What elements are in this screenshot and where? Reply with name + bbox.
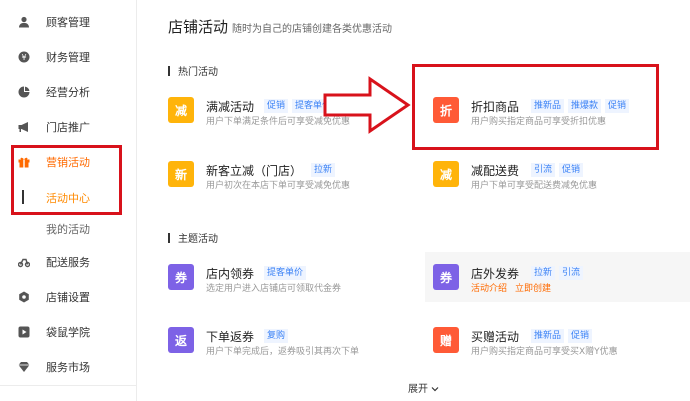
sidebar-item-finance[interactable]: ¥ 财务管理 [0, 47, 137, 67]
annotation-highlight-discount [412, 64, 659, 150]
activity-tags: 推新品 促销 [531, 329, 593, 343]
sidebar-item-analysis[interactable]: 经营分析 [0, 82, 137, 102]
activity-card-new-customer[interactable]: 新 新客立减（门店） 拉新 用户初次在本店下单可享受减免优惠 [168, 161, 418, 211]
activity-badge: 赠 [433, 327, 459, 353]
sidebar-item-promotion[interactable]: 门店推广 [0, 117, 137, 137]
activity-badge: 券 [433, 264, 459, 290]
activity-name: 减配送费 [471, 164, 520, 178]
section-heading-label: 主题活动 [178, 234, 218, 245]
activity-links: 活动介绍 立即创建 [471, 281, 551, 294]
annotation-arrow-icon [323, 76, 411, 134]
sidebar-item-label: 店铺设置 [46, 291, 90, 304]
page-subtitle: 随时为自己的店铺创建各类优惠活动 [232, 24, 392, 35]
activity-name: 下单返券 [206, 330, 255, 344]
divider [0, 385, 137, 386]
activity-tag: 复购 [264, 329, 289, 343]
activity-tag: 促销 [264, 99, 289, 113]
diamond-icon [18, 361, 30, 373]
sidebar-item-academy[interactable]: 袋鼠学院 [0, 322, 137, 342]
settings-icon [18, 291, 30, 303]
activity-card-order-coupon-return[interactable]: 返 下单返券 复购 用户下单完成后，返券吸引其再次下单 [168, 327, 418, 377]
activity-tag: 推新品 [531, 329, 565, 343]
activity-tags: 拉新 引流 [531, 266, 584, 280]
activity-tag: 促销 [568, 329, 593, 343]
activity-card-delivery-fee[interactable]: 减 减配送费 引流 促销 用户下单可享受配送费减免优惠 [433, 161, 683, 211]
activity-name: 新客立减（门店） [206, 164, 303, 178]
expand-label: 展开 [408, 384, 428, 395]
user-icon [18, 16, 30, 28]
activity-tags: 复购 [264, 329, 289, 343]
activity-desc: 选定用户进入店铺店可领取代金券 [206, 284, 342, 294]
sidebar-sub-item-my-activities[interactable]: 我的活动 [0, 218, 137, 238]
pie-chart-icon [18, 86, 30, 98]
money-icon: ¥ [18, 51, 30, 63]
bike-icon [18, 256, 30, 268]
activity-tag: 引流 [531, 163, 556, 177]
sidebar-item-service-market[interactable]: 服务市场 [0, 357, 137, 377]
activity-tags: 拉新 [311, 163, 336, 177]
activity-desc: 用户购买指定商品可享受买X赠Y优惠 [471, 347, 618, 357]
activity-badge: 减 [168, 97, 194, 123]
activity-card-out-store-coupon[interactable]: 券 店外发券 拉新 引流 活动介绍 立即创建 [425, 252, 690, 302]
play-icon [18, 326, 30, 338]
expand-button[interactable]: 展开 [408, 380, 439, 395]
activity-intro-link[interactable]: 活动介绍 [471, 281, 507, 294]
create-now-link[interactable]: 立即创建 [515, 281, 551, 294]
sidebar-item-label: 配送服务 [46, 256, 90, 269]
section-heading-theme: 主题活动 [168, 230, 218, 245]
activity-desc: 用户初次在本店下单可享受减免优惠 [206, 181, 351, 191]
activity-tag: 提客单价 [264, 266, 307, 280]
activity-badge: 券 [168, 264, 194, 290]
sidebar-item-customers[interactable]: 顾客管理 [0, 12, 137, 32]
chevron-down-icon [431, 384, 439, 395]
sidebar-item-label: 服务市场 [46, 361, 90, 374]
sidebar-item-label: 经营分析 [46, 86, 90, 99]
activity-name: 买赠活动 [471, 330, 520, 344]
megaphone-icon [18, 121, 30, 133]
activity-name: 店内领券 [206, 267, 255, 281]
activity-name: 店外发券 [471, 267, 520, 281]
main-content: 店铺活动 随时为自己的店铺创建各类优惠活动 热门活动 减 满减活动 促销 提客单… [138, 0, 690, 401]
sidebar-item-label: 财务管理 [46, 51, 90, 64]
svg-text:¥: ¥ [21, 53, 26, 62]
activity-name: 满减活动 [206, 100, 255, 114]
page-title: 店铺活动 [168, 18, 229, 36]
section-marker [168, 65, 170, 76]
section-heading-label: 热门活动 [178, 67, 218, 78]
activity-card-buy-gift[interactable]: 赠 买赠活动 推新品 促销 用户购买指定商品可享受买X赠Y优惠 [433, 327, 683, 377]
activity-tag: 促销 [559, 163, 584, 177]
activity-desc: 用户下单可享受配送费减免优惠 [471, 181, 598, 191]
activity-tag: 拉新 [311, 163, 336, 177]
sidebar-item-label: 顾客管理 [46, 16, 90, 29]
sidebar-item-store-settings[interactable]: 店铺设置 [0, 287, 137, 307]
sidebar-item-label: 袋鼠学院 [46, 326, 90, 339]
activity-tag: 拉新 [531, 266, 556, 280]
section-marker [168, 232, 170, 243]
activity-badge: 新 [168, 161, 194, 187]
activity-tags: 引流 促销 [531, 163, 584, 177]
sidebar-item-label: 门店推广 [46, 121, 90, 134]
activity-card-in-store-coupon[interactable]: 券 店内领券 提客单价 选定用户进入店铺店可领取代金券 [168, 264, 418, 314]
activity-tags: 提客单价 [264, 266, 307, 280]
sidebar-item-delivery[interactable]: 配送服务 [0, 252, 137, 272]
activity-badge: 减 [433, 161, 459, 187]
activity-tag: 引流 [559, 266, 584, 280]
activity-badge: 返 [168, 327, 194, 353]
sidebar-sub-item-label: 我的活动 [46, 223, 90, 236]
annotation-highlight-marketing [11, 145, 122, 215]
activity-desc: 用户下单完成后，返券吸引其再次下单 [206, 347, 360, 357]
section-heading-hot: 热门活动 [168, 63, 218, 78]
